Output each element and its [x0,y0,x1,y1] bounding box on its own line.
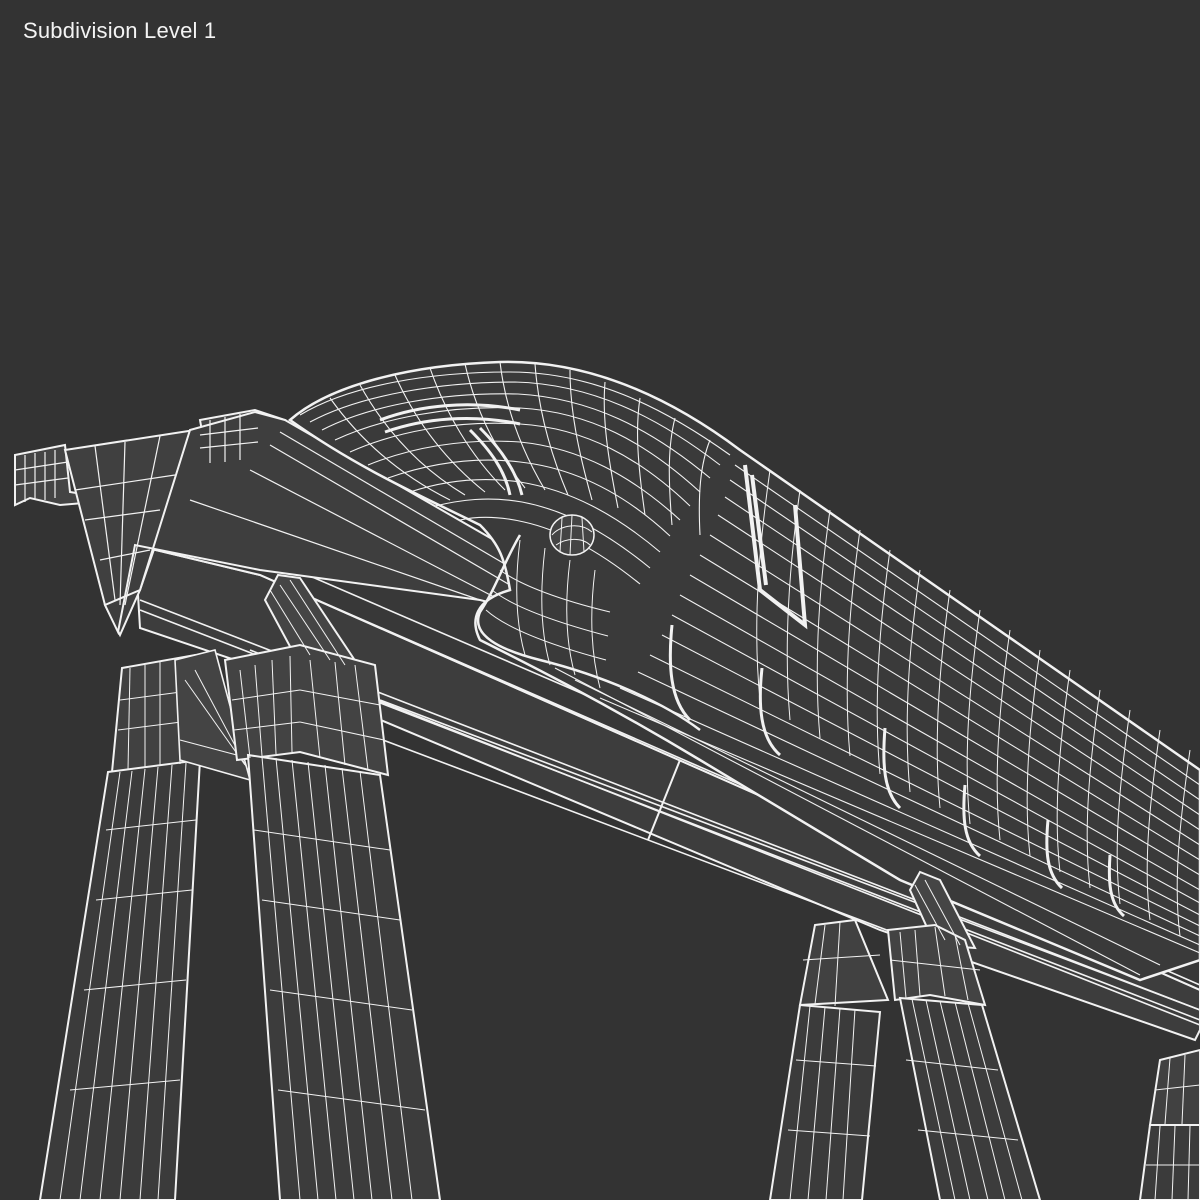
pylon-right-front-leg [898,996,1042,1200]
wireframe-render [14,360,1200,1200]
render-viewport: Subdivision Level 1 [0,0,1200,1200]
subdivision-level-label: Subdivision Level 1 [23,18,217,43]
pylon-right-back-leg [768,1003,882,1200]
pylon-far-right [1138,1048,1200,1200]
pylon-right-back-cap [798,918,890,1007]
headlight [549,514,595,556]
pylon-left-back [38,653,202,1200]
pylon-left-back-leg [38,758,202,1200]
pylon-right-back [768,918,890,1200]
pylon-left-front-leg [246,753,442,1200]
